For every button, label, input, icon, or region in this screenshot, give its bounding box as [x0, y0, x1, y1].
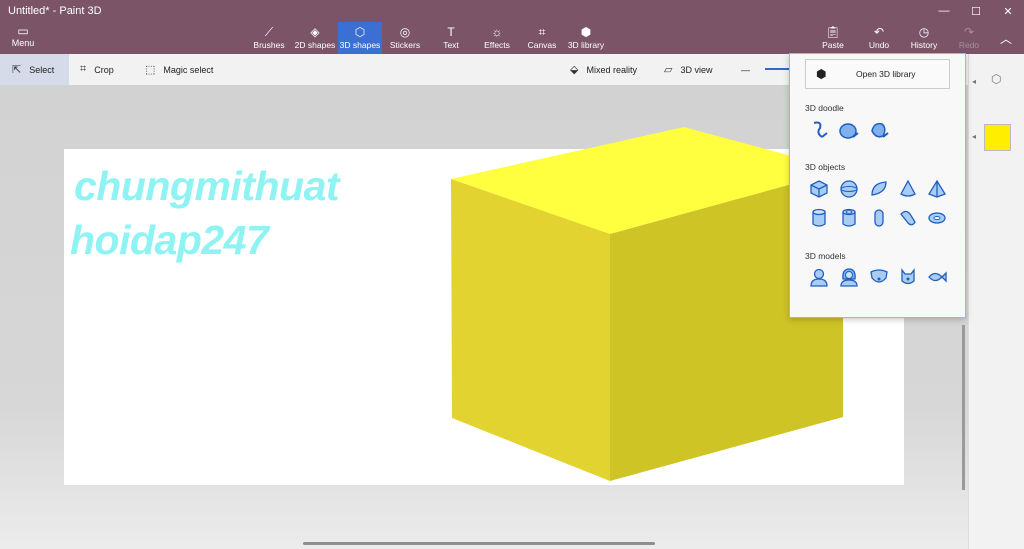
woman-icon[interactable]	[838, 266, 860, 288]
tool-label: History	[910, 40, 938, 50]
magic-select-icon: ⬚	[145, 64, 156, 76]
cursor-icon: ⇱	[12, 64, 22, 76]
tool-stickers[interactable]: ◎ Stickers	[388, 22, 422, 54]
capsule-icon[interactable]	[868, 207, 890, 229]
3d-shapes-panel: ⬢ Open 3D library 3D doodle 3D objects 3…	[789, 53, 966, 318]
menu-icon: ▭	[17, 24, 29, 38]
3d-view-label: 3D view	[680, 64, 713, 75]
menu-button[interactable]: ▭ Menu	[10, 24, 36, 48]
donut-icon[interactable]	[926, 207, 948, 229]
tool-label: Undo	[868, 40, 890, 50]
window-title: Untitled* - Paint 3D	[8, 5, 102, 17]
cone-icon[interactable]	[897, 178, 919, 200]
tool-label: Effects	[484, 40, 510, 50]
panel-arrow-icon[interactable]: ◂	[972, 132, 976, 141]
tool-3d-shapes[interactable]: ⬡ 3D shapes	[338, 22, 382, 54]
3d-shapes-icon: ⬡	[354, 25, 366, 39]
section-title: 3D objects	[805, 162, 846, 172]
magic-select-button[interactable]: ⬚ Magic select	[145, 54, 213, 85]
section-title: 3D doodle	[805, 103, 844, 113]
tool-undo[interactable]: ↶ Undo	[866, 22, 892, 54]
cylinder-icon[interactable]	[808, 207, 830, 229]
redo-icon: ↷	[963, 25, 975, 39]
tool-canvas[interactable]: ⌗ Canvas	[527, 22, 557, 54]
crop-icon: ⌗	[80, 63, 87, 75]
fish-icon[interactable]	[926, 266, 948, 288]
hemisphere-icon[interactable]	[868, 178, 890, 200]
tool-history[interactable]: ◷ History	[908, 22, 940, 54]
maximize-icon[interactable]: ☐	[960, 0, 992, 22]
zoom-out-icon[interactable]: —	[741, 54, 750, 85]
undo-icon: ↶	[873, 25, 885, 39]
tool-paste[interactable]: 📋︎ Paste	[819, 22, 847, 54]
3d-view-icon: ▱	[664, 64, 673, 76]
cat-icon[interactable]	[897, 266, 919, 288]
tool-text[interactable]: T Text	[438, 22, 464, 54]
section-title: 3D models	[805, 251, 846, 261]
open-3d-library-label: Open 3D library	[856, 69, 916, 79]
tube-doodle-icon[interactable]	[868, 119, 890, 141]
ribbon: ▭ Menu ⟋ Brushes ◈ 2D shapes ⬡ 3D shapes…	[0, 22, 1024, 54]
history-icon: ◷	[918, 25, 930, 39]
3d-view-button[interactable]: ▱ 3D view	[664, 54, 712, 85]
brush-icon: ⟋	[264, 25, 274, 39]
mixed-reality-label: Mixed reality	[586, 64, 637, 75]
minimize-icon[interactable]: —	[928, 0, 960, 22]
tool-3d-library[interactable]: ⬢ 3D library	[566, 22, 606, 54]
cube-icon[interactable]	[808, 178, 830, 200]
mixed-reality-icon: ⬙	[570, 64, 579, 76]
tool-label: Redo	[958, 40, 980, 50]
tool-label: Text	[443, 40, 459, 50]
text-icon: T	[447, 25, 455, 39]
stickers-icon: ◎	[399, 25, 411, 39]
select-label: Select	[29, 64, 55, 75]
vertical-scrollbar[interactable]	[962, 325, 965, 490]
tool-label: 2D shapes	[294, 40, 336, 50]
paste-icon: 📋︎	[825, 25, 841, 39]
cube-icon[interactable]: ⬡	[991, 72, 1001, 86]
tool-label: Paste	[822, 40, 844, 50]
tool-label: Brushes	[253, 40, 285, 50]
crop-label: Crop	[94, 64, 114, 75]
tool-redo[interactable]: ↷ Redo	[956, 22, 982, 54]
3d-library-icon: ⬢	[816, 67, 827, 81]
2d-shapes-icon: ◈	[310, 25, 320, 39]
select-button[interactable]: ⇱ Select	[0, 54, 69, 85]
side-panel: ◂ ⬡ ◂	[968, 54, 1024, 549]
tube-icon[interactable]	[838, 207, 860, 229]
tool-effects[interactable]: ☼ Effects	[482, 22, 512, 54]
3d-library-icon: ⬢	[580, 25, 592, 39]
sharp-edge-doodle-icon[interactable]	[808, 119, 830, 141]
canvas-icon: ⌗	[538, 25, 546, 39]
mixed-reality-button[interactable]: ⬙ Mixed reality	[570, 54, 637, 85]
tool-label: Stickers	[389, 40, 421, 50]
pyramid-icon[interactable]	[926, 178, 948, 200]
sphere-icon[interactable]	[838, 178, 860, 200]
title-bar: Untitled* - Paint 3D — ☐ ✕	[0, 0, 1024, 22]
curved-shape-icon[interactable]	[897, 207, 919, 229]
tool-2d-shapes[interactable]: ◈ 2D shapes	[294, 22, 336, 54]
tool-label: 3D shapes	[339, 40, 381, 50]
selected-color-swatch[interactable]	[984, 124, 1011, 151]
dog-icon[interactable]	[868, 266, 890, 288]
soft-edge-doodle-icon[interactable]	[838, 119, 860, 141]
panel-arrow-icon[interactable]: ◂	[972, 77, 976, 86]
zoom-slider[interactable]	[765, 68, 789, 70]
tool-label: 3D library	[567, 40, 605, 50]
magic-select-label: Magic select	[163, 64, 214, 75]
horizontal-scrollbar[interactable]	[303, 542, 655, 545]
effects-icon: ☼	[491, 25, 503, 39]
open-3d-library-button[interactable]: ⬢ Open 3D library	[805, 59, 950, 89]
menu-label: Menu	[11, 38, 35, 48]
man-icon[interactable]	[808, 266, 830, 288]
tool-label: Canvas	[527, 40, 557, 50]
tool-brushes[interactable]: ⟋ Brushes	[252, 22, 286, 54]
close-icon[interactable]: ✕	[992, 0, 1024, 22]
collapse-ribbon-icon[interactable]: ︿	[1000, 30, 1012, 47]
crop-button[interactable]: ⌗ Crop	[80, 54, 114, 85]
